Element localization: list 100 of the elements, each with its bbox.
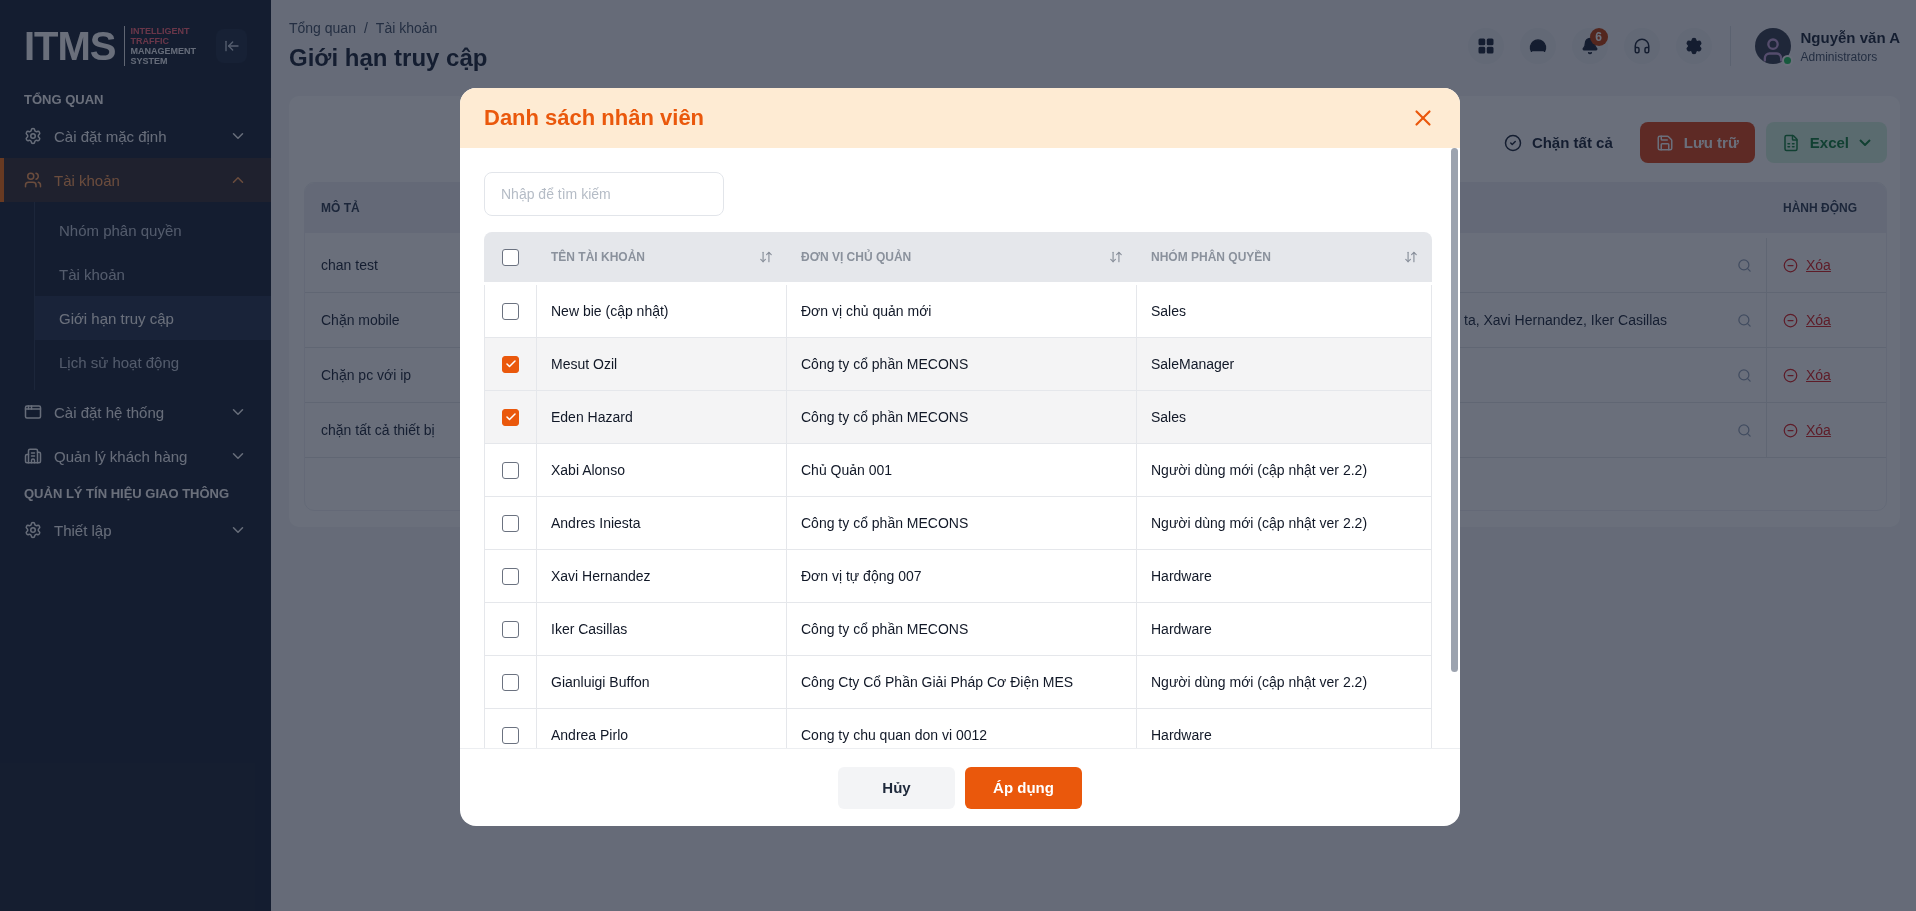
table-cell: Eden Hazard [537,391,787,444]
table-cell: Sales [1137,285,1432,338]
delete-link[interactable]: Xóa [1783,367,1831,383]
online-status-dot [1781,55,1793,66]
check-icon [504,411,517,423]
checkbox[interactable] [502,461,519,479]
sidebar-subitem[interactable]: Nhóm phân quyền [35,208,271,252]
delete-link[interactable]: Xóa [1783,312,1831,328]
user-name: Nguyễn văn A [1800,28,1900,46]
sidebar-item[interactable]: Cài đặt hệ thống [0,390,271,434]
table-cell: Chủ Quản 001 [787,444,1137,497]
search-field[interactable]: Nhập để tìm kiếm [484,172,724,216]
menu-icon [24,403,42,421]
avatar[interactable] [1754,28,1791,64]
table-cell: Mesut Ozil [537,338,787,391]
apply-button[interactable]: Áp dụng [965,766,1082,809]
delete-link[interactable]: Xóa [1783,257,1831,273]
menu-icon [24,171,42,189]
scrollbar[interactable] [1451,148,1458,672]
table-cell: Chặn pc với ip [305,348,458,403]
section-heading: QUẢN LÝ TÍN HIỆU GIAO THÔNG [23,484,231,503]
checkbox[interactable] [502,620,519,638]
search-button[interactable] [1737,422,1752,438]
table-cell: Hardware [1137,550,1432,603]
table-cell: Sales [1137,391,1432,444]
cancel-button[interactable]: Hủy [838,766,955,809]
table-cell: Hardware [1137,603,1432,656]
check-circle-icon [1503,133,1522,152]
sidebar-item[interactable]: Cài đặt mặc định [0,114,271,158]
table-cell: Đơn vị chủ quản mới [787,285,1137,338]
checkbox[interactable] [502,302,519,320]
sort-icon[interactable] [759,250,773,264]
search-button[interactable] [1737,257,1752,273]
sort-icon[interactable] [1109,250,1123,264]
column-header: TÊN TÀI KHOẢN [551,250,645,264]
table-cell: Người dùng mới (cập nhật ver 2.2) [1137,444,1432,497]
checkbox[interactable] [502,408,519,426]
sort-icon[interactable] [1404,250,1418,264]
checkbox[interactable] [502,514,519,532]
collapse-sidebar-button[interactable] [216,29,247,63]
section-heading: TỔNG QUAN [23,90,105,109]
caret-icon [1859,139,1871,146]
notification-badge: 6 [1589,28,1608,46]
sidebar-item[interactable]: Thiết lập [0,508,271,552]
table-cell: Xabi Alonso [537,444,787,497]
table-cell: Chặn mobile [305,293,458,348]
user-role: Administrators [1800,49,1879,64]
minus-circle-icon [1783,312,1798,328]
table-cell: New bie (cập nhật) [537,285,787,338]
table-cell: chan test [305,238,458,293]
check-icon [504,358,517,370]
table-cell: Công ty cổ phần MECONS [787,603,1137,656]
table-cell: Người dùng mới (cập nhật ver 2.2) [1137,497,1432,550]
table-cell: Iker Casillas [537,603,787,656]
collapse-icon [223,38,240,54]
modal-title: Danh sách nhân viên [484,105,706,131]
table-cell: ta, Xavi Hernandez, Iker Casillas [1464,312,1668,328]
page-title: Giới hạn truy cập [289,44,488,72]
sidebar-subitem[interactable]: Giới hạn truy cập [35,296,271,340]
table-cell: Xavi Hernandez [537,550,787,603]
minus-circle-icon [1783,422,1798,438]
delete-link[interactable]: Xóa [1783,422,1831,438]
sidebar-item[interactable]: Quản lý khách hàng [0,434,271,478]
column-header: ĐƠN VỊ CHỦ QUẢN [801,250,912,264]
logo-tagline: INTELLIGENT TRAFFIC MANAGEMENT SYSTEM [123,26,197,66]
table-cell: chặn tất cả thiết bị [305,403,458,458]
table-cell: SaleManager [1137,338,1432,391]
checkbox[interactable] [502,567,519,585]
breadcrumb-separator: / [363,20,368,36]
toolbar-button[interactable]: Lưu trữ [1639,122,1755,163]
logo-wordmark: ITMS [24,26,116,66]
search-button[interactable] [1737,367,1752,383]
grid-icon [1476,37,1495,55]
table-cell: Gianluigi Buffon [537,656,787,709]
minus-circle-icon [1783,367,1798,383]
column-header: MÔ TẢ [305,183,458,233]
save-icon [1655,133,1674,152]
minus-circle-icon [1783,257,1798,273]
toolbar-button[interactable]: Excel [1765,122,1887,163]
table-cell: Công ty cổ phần MECONS [787,338,1137,391]
table-cell: Đơn vị tự động 007 [787,550,1137,603]
breadcrumb-link[interactable]: Tổng quan [289,20,356,36]
search-button[interactable] [1737,312,1752,328]
settings-icon [1684,37,1703,55]
menu-icon [24,521,42,539]
menu-icon [24,127,42,145]
checkbox[interactable] [502,355,519,373]
table-cell: Công Cty Cổ Phần Giải Pháp Cơ Điện MES [787,656,1137,709]
headset-icon [1632,37,1651,55]
table-cell: Công ty cổ phần MECONS [787,391,1137,444]
column-header: NHÓM PHÂN QUYỀN [1151,250,1271,264]
breadcrumb-link[interactable]: Tài khoản [375,20,438,36]
sidebar-subitem[interactable]: Lịch sử hoạt động [35,340,271,384]
checkbox[interactable] [502,673,519,691]
checkbox[interactable] [502,248,519,266]
spreadsheet-icon [1781,133,1800,152]
checkbox[interactable] [502,726,519,744]
table-cell: Người dùng mới (cập nhật ver 2.2) [1137,656,1432,709]
sidebar-subitem[interactable]: Tài khoản [35,252,271,296]
table-cell: Công ty cổ phần MECONS [787,497,1137,550]
